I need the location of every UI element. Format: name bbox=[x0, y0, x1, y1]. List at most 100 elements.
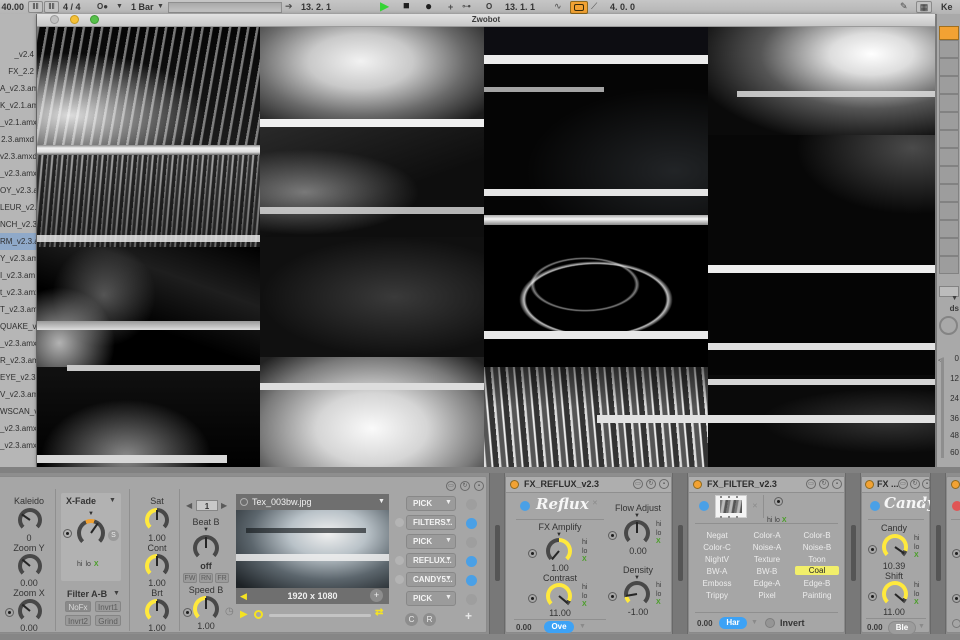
chain-led[interactable] bbox=[466, 499, 477, 510]
browser-item[interactable]: OY_v2.3.an bbox=[0, 182, 36, 199]
play-button[interactable]: ▶ bbox=[380, 0, 389, 13]
sat-value[interactable]: 1.00 bbox=[137, 533, 177, 543]
fr-button[interactable]: FR bbox=[215, 573, 229, 583]
amplify-knob[interactable] bbox=[546, 538, 572, 564]
browser-item[interactable]: I_v2.3.am bbox=[0, 267, 36, 284]
browser-item[interactable]: _v2.4 bbox=[0, 46, 36, 63]
fx-enable-led[interactable] bbox=[870, 501, 880, 511]
device-titlebar[interactable]: FX_REFLUX_v2.3 ▭ ↻ ▪ bbox=[506, 477, 671, 493]
filter-ab-menu[interactable]: Filter A-B bbox=[67, 589, 107, 599]
chain-led-active[interactable] bbox=[466, 556, 477, 567]
filter-mod-radio[interactable] bbox=[774, 497, 783, 506]
contrast-mod-radio[interactable] bbox=[528, 594, 537, 603]
browser-item[interactable]: _v2.3.amx bbox=[0, 165, 36, 182]
browser-item[interactable]: WSCAN_v2 bbox=[0, 403, 36, 420]
device-activator[interactable] bbox=[865, 480, 874, 489]
punch-out-icon[interactable]: ⟋ bbox=[591, 0, 597, 12]
xfade-knob[interactable] bbox=[77, 519, 105, 547]
browser-item[interactable]: EYE_v2.3. bbox=[0, 369, 36, 386]
filter-option[interactable]: Texture bbox=[745, 555, 789, 564]
map-icon[interactable]: ▭ bbox=[446, 481, 456, 491]
save-icon[interactable]: ▪ bbox=[474, 481, 484, 491]
clip-slot[interactable] bbox=[939, 58, 959, 76]
filter-option[interactable]: Color-C bbox=[697, 543, 737, 552]
output-chooser[interactable]: ▼ bbox=[939, 286, 959, 297]
loop-point-handle[interactable] bbox=[254, 610, 263, 619]
invrt2-button[interactable]: Invrt2 bbox=[65, 615, 91, 626]
browser-item[interactable]: R_v2.3.am bbox=[0, 352, 36, 369]
capture-button[interactable]: O bbox=[486, 2, 492, 11]
sync-icon[interactable]: ↻ bbox=[910, 479, 920, 489]
chain-led[interactable] bbox=[466, 537, 477, 548]
video-filename[interactable]: Tex_003bw.jpg bbox=[252, 497, 312, 507]
hi-lo-x[interactable]: hiloX bbox=[656, 582, 661, 608]
beat-b-value[interactable]: off bbox=[184, 561, 228, 571]
speed-b-value[interactable]: 1.00 bbox=[184, 621, 228, 631]
clip-slot[interactable] bbox=[939, 94, 959, 112]
density-value[interactable]: -1.00 bbox=[606, 607, 670, 617]
browser-item[interactable]: LEUR_v2.3 bbox=[0, 199, 36, 216]
filter-option[interactable]: BW-A bbox=[697, 567, 737, 576]
zoom-y-value[interactable]: 0.00 bbox=[7, 578, 51, 588]
refresh-icon[interactable]: ⇄ bbox=[375, 607, 383, 618]
clock-icon[interactable]: ◷ bbox=[225, 606, 234, 617]
punch-in-icon[interactable]: ∿ bbox=[554, 0, 562, 12]
close-icon[interactable]: ✕ bbox=[752, 502, 758, 510]
automation-arm-icon[interactable]: ⊶ bbox=[462, 0, 471, 12]
add-file-button[interactable]: + bbox=[370, 589, 383, 602]
sync-icon[interactable]: ↻ bbox=[646, 479, 656, 489]
candy-footer-value[interactable]: 0.00 bbox=[867, 623, 883, 632]
filter-option[interactable]: Edge-A bbox=[745, 579, 789, 588]
hi-lo-x[interactable]: hiloX bbox=[767, 509, 787, 527]
hi-lo-x[interactable]: hiloX bbox=[914, 535, 919, 561]
browser-item[interactable]: V_v2.3.am bbox=[0, 386, 36, 403]
key-map-button[interactable]: Ke bbox=[941, 2, 953, 12]
overdub-button[interactable]: + bbox=[448, 1, 453, 13]
filter-option[interactable]: Color-B bbox=[795, 531, 839, 540]
flow-value[interactable]: 0.00 bbox=[606, 546, 670, 556]
browser-item[interactable]: _v2.3.amx bbox=[0, 420, 36, 437]
filter-mode-pill[interactable]: Har bbox=[719, 617, 747, 629]
filter-option[interactable]: Color-A bbox=[745, 531, 789, 540]
map-icon[interactable]: ▭ bbox=[633, 479, 643, 489]
mod-radio[interactable] bbox=[952, 549, 960, 558]
quantize-menu[interactable]: 1 Bar bbox=[131, 2, 154, 12]
draw-mode-icon[interactable]: ✎ bbox=[900, 0, 908, 12]
browser-item[interactable]: 2.3.amxd bbox=[0, 131, 36, 148]
r-button[interactable]: R bbox=[423, 613, 436, 626]
rack-led[interactable] bbox=[395, 575, 404, 584]
shift-mod-radio[interactable] bbox=[868, 592, 877, 601]
clip-slot[interactable] bbox=[939, 76, 959, 94]
beat-b-knob[interactable] bbox=[193, 535, 219, 561]
browser-item[interactable]: _v2.3.amx bbox=[0, 437, 36, 454]
xfade-s-button[interactable]: S bbox=[108, 530, 119, 541]
time-signature-field[interactable]: 4 / 4 bbox=[63, 2, 81, 12]
hi-lo-x[interactable]: hiloX bbox=[582, 539, 587, 565]
browser-item[interactable]: T_v2.3.am bbox=[0, 301, 36, 318]
hi-lo-x[interactable]: hiloX bbox=[914, 582, 919, 608]
hi-lo-x[interactable]: hiloX bbox=[656, 521, 661, 547]
browser-item[interactable]: A_v2.3.am bbox=[0, 80, 36, 97]
clip-slot-active[interactable] bbox=[939, 26, 959, 40]
rn-button[interactable]: RN bbox=[199, 573, 213, 583]
filter-ab-caret-icon[interactable]: ▼ bbox=[113, 590, 120, 597]
record-button[interactable]: ● bbox=[425, 0, 432, 13]
browser-item[interactable]: K_v2.1.am bbox=[0, 97, 36, 114]
stepper-value[interactable]: 1 bbox=[196, 500, 218, 511]
rack-led[interactable] bbox=[395, 556, 404, 565]
browser-item[interactable]: NCH_v2.3. bbox=[0, 216, 36, 233]
device-titlebar[interactable]: FX_FILTER_v2.3 ▭ ↻ ▪ bbox=[689, 477, 844, 493]
filter-option[interactable]: Negat bbox=[697, 531, 737, 540]
loop-button[interactable] bbox=[570, 1, 588, 14]
candy-mode-pill[interactable]: Ble bbox=[888, 621, 916, 635]
device-activator[interactable] bbox=[510, 480, 519, 489]
cont-knob[interactable] bbox=[145, 554, 169, 578]
cont-value[interactable]: 1.00 bbox=[137, 578, 177, 588]
shift-knob[interactable] bbox=[882, 581, 908, 607]
shift-value[interactable]: 11.00 bbox=[870, 607, 918, 617]
device-separator[interactable] bbox=[489, 473, 505, 640]
save-icon[interactable]: ▪ bbox=[659, 479, 669, 489]
reflux-footer-value[interactable]: 0.00 bbox=[516, 623, 532, 632]
invert-toggle[interactable] bbox=[765, 618, 775, 628]
filter-option[interactable]: Pixel bbox=[745, 591, 789, 600]
